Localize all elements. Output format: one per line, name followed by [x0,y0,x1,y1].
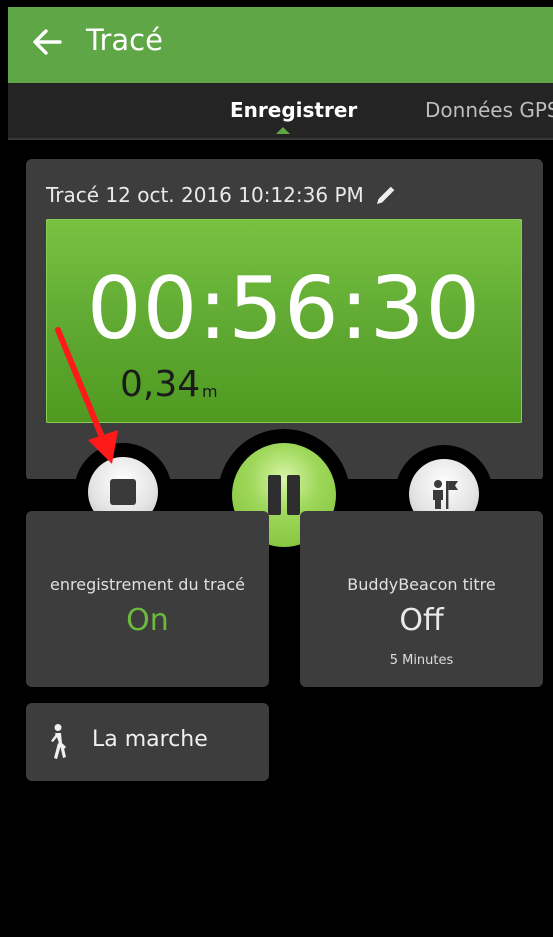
distance-unit: m [202,382,218,401]
page-title: Tracé [86,23,163,57]
track-title: Tracé 12 oct. 2016 10:12:36 PM [46,183,364,207]
stop-icon [110,479,136,505]
active-tab-indicator [276,127,290,134]
recording-status: On [126,603,169,638]
pause-icon [268,475,281,515]
tab-bar: Enregistrer Données GPS [8,83,553,140]
pause-icon-bar [287,475,300,515]
buddy-beacon-card[interactable]: BuddyBeacon titre Off 5 Minutes [300,511,543,687]
app-bar: Tracé [8,7,553,83]
activity-card[interactable]: La marche [26,703,269,781]
recording-label: enregistrement du tracé [50,575,245,594]
pencil-icon[interactable] [374,185,396,207]
app-screen: Tracé Enregistrer Données GPS Tracé 12 o… [8,7,553,937]
activity-label: La marche [92,727,208,752]
walking-person-icon [51,724,66,759]
tab-donnees-gps[interactable]: Données GPS [425,98,553,122]
distance-value: 0,34 [120,364,201,405]
tab-enregistrer[interactable]: Enregistrer [230,98,357,122]
buddy-beacon-label: BuddyBeacon titre [347,575,496,594]
elapsed-time: 00:56:30 [86,259,482,359]
arrow-left-icon[interactable] [30,25,64,59]
timer-panel: 00:56:30 0,34 m [46,219,522,423]
buddy-beacon-interval: 5 Minutes [389,653,454,668]
buddy-beacon-status: Off [399,603,444,638]
recording-card[interactable]: enregistrement du tracé On [26,511,269,687]
buddy-flag-icon [433,480,458,509]
